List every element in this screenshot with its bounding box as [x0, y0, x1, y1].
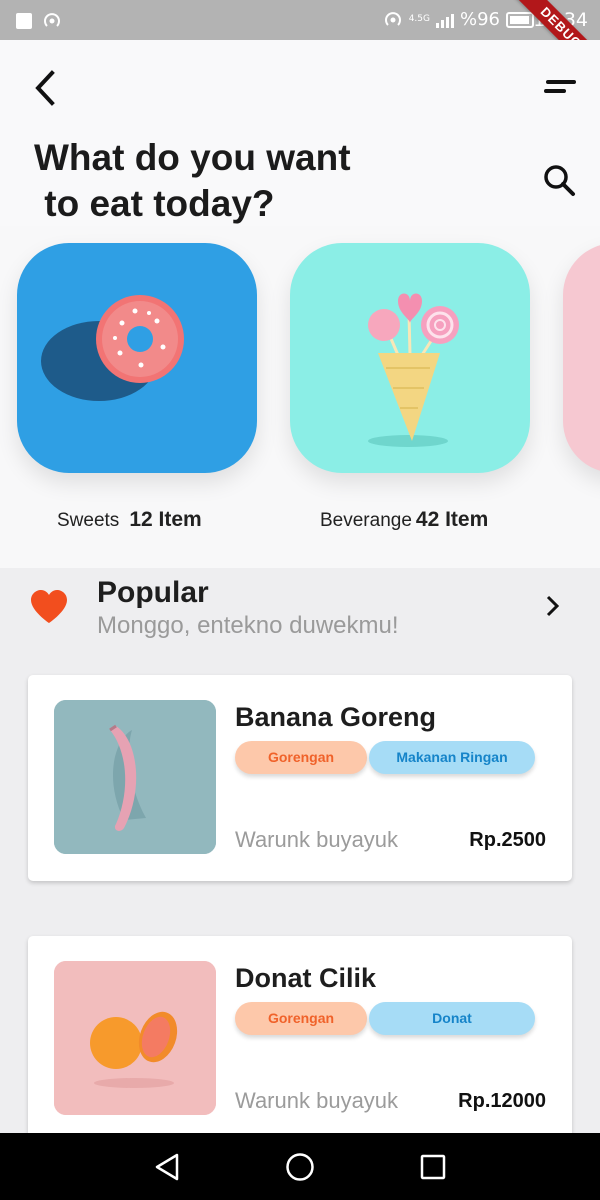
- square-recents-icon: [420, 1154, 446, 1180]
- food-name: Banana Goreng: [235, 702, 437, 732]
- search-button[interactable]: [540, 162, 580, 202]
- tag-gorengan[interactable]: Gorengan: [235, 1002, 367, 1035]
- status-bar: 4.5G %96 15:34: [0, 0, 600, 40]
- circle-home-icon: [286, 1153, 314, 1181]
- food-image: [54, 700, 216, 854]
- network-type: 4.5G: [408, 14, 430, 24]
- menu-icon: [546, 80, 576, 84]
- food-card-donat-cilik[interactable]: Donat Cilik Gorengan Donat Warunk buyayu…: [28, 936, 572, 1142]
- triangle-back-icon: [155, 1153, 179, 1181]
- orange-image: [54, 961, 216, 1115]
- category-label-beverange: Beverange 42 Item: [320, 508, 488, 532]
- food-image: [54, 961, 216, 1115]
- banana-image: [54, 700, 216, 854]
- chevron-left-icon: [35, 70, 55, 106]
- category-card-partial[interactable]: [563, 243, 600, 473]
- search-icon: [544, 165, 575, 196]
- heart-icon: [31, 590, 67, 623]
- food-name: Donat Cilik: [235, 963, 377, 993]
- nav-home-button[interactable]: [284, 1151, 316, 1183]
- food-card-banana-goreng[interactable]: Banana Goreng Gorengan Makanan Ringan Wa…: [28, 675, 572, 881]
- notification-icon: [16, 13, 32, 29]
- tag-donat[interactable]: Donat: [369, 1002, 535, 1035]
- hotspot-icon: [44, 13, 60, 27]
- category-label-sweets: Sweets 12 Item: [57, 508, 202, 532]
- popular-title: Popular: [97, 576, 209, 609]
- popular-see-all-button[interactable]: [540, 594, 564, 618]
- hotspot-icon: [384, 11, 401, 26]
- menu-button[interactable]: [540, 76, 580, 100]
- shop-name: Warunk buyayuk: [235, 1088, 399, 1113]
- shop-name: Warunk buyayuk: [235, 827, 399, 852]
- signal-icon: [435, 12, 454, 28]
- category-name: Sweets: [57, 510, 120, 531]
- category-count: 42 Item: [415, 508, 489, 531]
- page-title: What do you want to eat today?: [34, 137, 351, 224]
- price: Rp.12000: [458, 1090, 546, 1112]
- chevron-right-icon: [546, 595, 560, 617]
- tag-makanan-ringan[interactable]: Makanan Ringan: [369, 741, 535, 774]
- back-button[interactable]: [30, 68, 66, 108]
- battery-icon: [506, 11, 534, 28]
- category-card-beverange[interactable]: [290, 243, 530, 473]
- category-carousel[interactable]: Sweets 12 Item Beverange 42 Item: [0, 226, 600, 568]
- header: What do you want to eat today? Sweets 12 …: [0, 40, 600, 568]
- nav-recents-button[interactable]: [417, 1151, 449, 1183]
- category-card-sweets[interactable]: [17, 243, 257, 473]
- donut-image: [41, 295, 184, 401]
- popular-subtitle: Monggo, entekno duwekmu!: [97, 612, 399, 639]
- price: Rp.2500: [469, 829, 546, 851]
- category-name: Beverange: [320, 510, 412, 531]
- category-count: 12 Item: [129, 508, 202, 531]
- battery-percent: %96: [459, 9, 500, 30]
- lollipop-cone-image: [368, 293, 459, 447]
- tag-gorengan[interactable]: Gorengan: [235, 741, 367, 774]
- popular-section-header: Popular Monggo, entekno duwekmu!: [0, 568, 600, 658]
- system-nav-bar: [0, 1133, 600, 1200]
- nav-back-button[interactable]: [151, 1151, 183, 1183]
